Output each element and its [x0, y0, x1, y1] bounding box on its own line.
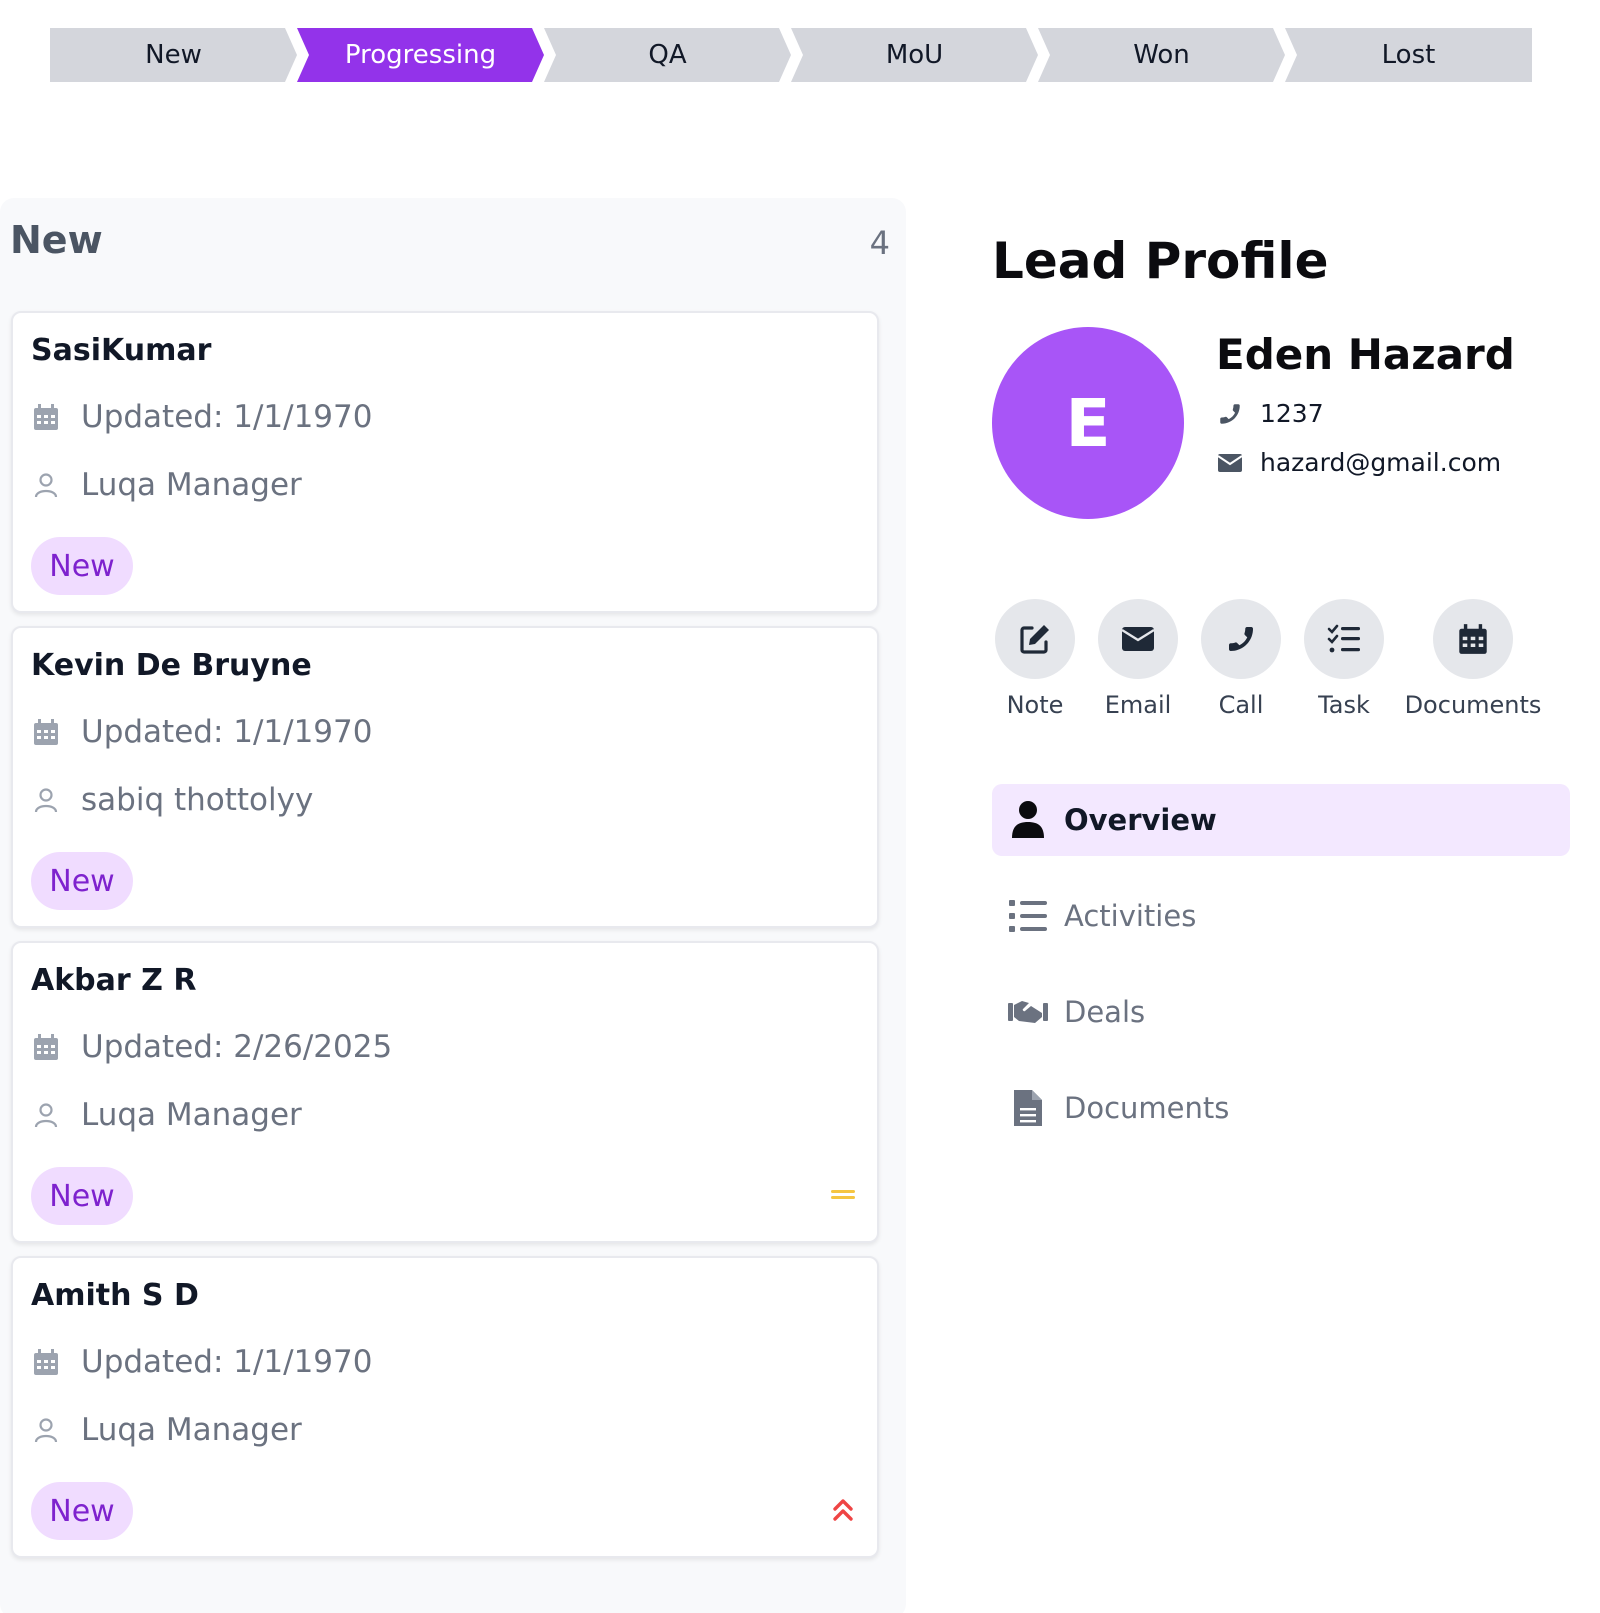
lead-card-updated-text: Updated: 1/1/1970 [81, 714, 373, 750]
kanban-column-new: New 4 SasiKumar Updated: 1/1/1970 Luqa M… [0, 198, 906, 1613]
lead-card-owner-text: Luqa Manager [81, 1097, 302, 1133]
lead-card-updated: Updated: 1/1/1970 [31, 1342, 372, 1382]
handshake-icon [1006, 997, 1050, 1027]
lead-card-owner-text: Luqa Manager [81, 1412, 302, 1448]
user-icon [31, 1415, 61, 1445]
file-icon [1006, 1088, 1050, 1128]
column-title: New [10, 218, 103, 262]
user-icon [31, 470, 61, 500]
nav-item-activities[interactable]: Activities [992, 880, 1570, 952]
lead-card-updated-text: Updated: 1/1/1970 [81, 1344, 373, 1380]
task-list-icon [1304, 599, 1384, 679]
calendar-icon [31, 402, 61, 432]
stage-mou[interactable]: MoU [791, 28, 1038, 82]
calendar-icon [1433, 599, 1513, 679]
email-label: Email [1104, 691, 1172, 719]
user-solid-icon [1006, 800, 1050, 840]
nav-item-documents[interactable]: Documents [992, 1072, 1570, 1144]
lead-email-text[interactable]: hazard@gmail.com [1260, 448, 1501, 477]
column-header: New 4 [10, 218, 890, 268]
lead-card-updated-text: Updated: 1/1/1970 [81, 399, 373, 435]
lead-card-owner: Luqa Manager [31, 1095, 302, 1135]
user-icon [31, 785, 61, 815]
documents-button[interactable]: Documents [1398, 599, 1548, 719]
lead-card[interactable]: Akbar Z R Updated: 2/26/2025 Luqa Manage… [11, 941, 879, 1243]
lead-card-updated-text: Updated: 2/26/2025 [81, 1029, 393, 1065]
nav-item-deals[interactable]: Deals [992, 976, 1570, 1048]
avatar: E [992, 327, 1184, 519]
nav-item-label: Documents [1064, 1091, 1230, 1125]
lead-card[interactable]: SasiKumar Updated: 1/1/1970 Luqa Manager… [11, 311, 879, 613]
phone-icon [1216, 400, 1244, 428]
lead-card-name: SasiKumar [31, 333, 212, 368]
column-count: 4 [869, 224, 890, 262]
call-label: Call [1218, 691, 1264, 719]
nav-item-label: Overview [1064, 803, 1217, 837]
lead-phone-text: 1237 [1260, 399, 1324, 428]
stage-won[interactable]: Won [1038, 28, 1285, 82]
quick-actions: Note Email Call Task Documents [992, 599, 1572, 719]
envelope-icon [1216, 449, 1244, 477]
lead-email: hazard@gmail.com [1216, 448, 1501, 477]
lead-card-name: Amith S D [31, 1278, 199, 1313]
lead-name: Eden Hazard [1216, 330, 1515, 379]
pipeline-stages: New Progressing QA MoU Won Lost [50, 28, 1532, 82]
status-badge: New [31, 852, 133, 910]
lead-card[interactable]: Amith S D Updated: 1/1/1970 Luqa Manager… [11, 1256, 879, 1558]
lead-card-updated: Updated: 1/1/1970 [31, 397, 372, 437]
lead-card[interactable]: Kevin De Bruyne Updated: 1/1/1970 sabiq … [11, 626, 879, 928]
lead-card-owner: sabiq thottolyy [31, 780, 313, 820]
stage-new[interactable]: New [50, 28, 297, 82]
lead-card-updated: Updated: 1/1/1970 [31, 712, 372, 752]
user-icon [31, 1100, 61, 1130]
status-badge: New [31, 537, 133, 595]
lead-card-name: Kevin De Bruyne [31, 648, 312, 683]
status-badge: New [31, 1167, 133, 1225]
list-icon [1006, 899, 1050, 933]
lead-card-name: Akbar Z R [31, 963, 197, 998]
calendar-icon [31, 1347, 61, 1377]
lead-card-owner-text: sabiq thottolyy [81, 782, 314, 818]
lead-card-owner-text: Luqa Manager [81, 467, 302, 503]
stage-progressing[interactable]: Progressing [297, 28, 544, 82]
calendar-icon [31, 1032, 61, 1062]
task-button[interactable]: Task [1269, 599, 1419, 719]
lead-phone: 1237 [1216, 399, 1324, 428]
lead-card-updated: Updated: 2/26/2025 [31, 1027, 392, 1067]
page-title: Lead Profile [992, 232, 1329, 290]
high-priority-icon [827, 1494, 859, 1526]
lead-card-owner: Luqa Manager [31, 1410, 302, 1450]
nav-item-overview[interactable]: Overview [992, 784, 1570, 856]
medium-priority-icon [827, 1179, 859, 1211]
stage-lost[interactable]: Lost [1285, 28, 1532, 82]
calendar-icon [31, 717, 61, 747]
nav-item-label: Activities [1064, 899, 1197, 933]
status-badge: New [31, 1482, 133, 1540]
task-label: Task [1318, 691, 1370, 719]
nav-item-label: Deals [1064, 995, 1146, 1029]
lead-card-owner: Luqa Manager [31, 465, 302, 505]
documents-label: Documents [1404, 691, 1542, 719]
stage-qa[interactable]: QA [544, 28, 791, 82]
note-label: Note [1006, 691, 1064, 719]
